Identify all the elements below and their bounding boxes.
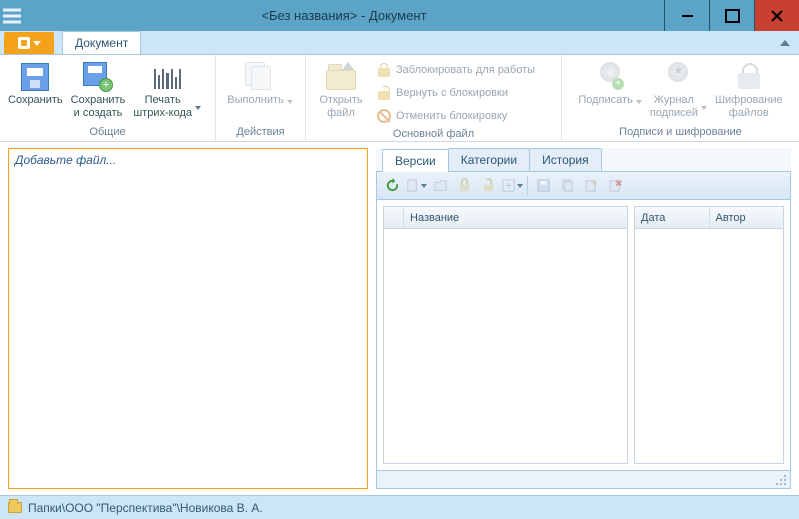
status-path: Папки\ООО "Перспектива"\Новикова В. А. bbox=[28, 501, 263, 515]
seal-plus-icon: + bbox=[594, 61, 626, 93]
save-button[interactable]: Сохранить bbox=[4, 57, 67, 107]
toolbar-copy-button[interactable] bbox=[556, 175, 578, 197]
system-menu-icon[interactable] bbox=[0, 0, 24, 31]
ribbon-tabstrip: Документ bbox=[0, 31, 799, 55]
versions-toolbar bbox=[376, 172, 791, 200]
padlock-icon bbox=[733, 61, 765, 93]
signature-journal-button[interactable]: Журнал подписей bbox=[646, 57, 711, 120]
column-date[interactable]: Дата bbox=[635, 207, 710, 228]
open-file-button[interactable]: Открыть файл bbox=[310, 57, 372, 120]
lock-icon bbox=[376, 62, 392, 78]
toolbar-lock-button[interactable] bbox=[453, 175, 475, 197]
toolbar-delete-button[interactable] bbox=[604, 175, 626, 197]
column-author[interactable]: Автор bbox=[710, 207, 784, 228]
tab-categories[interactable]: Категории bbox=[448, 148, 530, 171]
toolbar-separator bbox=[527, 176, 528, 196]
toolbar-save-button[interactable] bbox=[532, 175, 554, 197]
floppy-plus-icon: + bbox=[82, 61, 114, 93]
grid-body[interactable] bbox=[635, 229, 783, 463]
new-item-button[interactable] bbox=[405, 175, 427, 197]
window-title: <Без названия> - Документ bbox=[24, 0, 664, 31]
close-button[interactable] bbox=[754, 0, 799, 31]
status-bar: Папки\ООО "Перспектива"\Новикова В. А. bbox=[0, 495, 799, 519]
minimize-button[interactable] bbox=[664, 0, 709, 31]
unlock-icon bbox=[376, 85, 392, 101]
toolbar-export-button[interactable] bbox=[501, 175, 523, 197]
print-barcode-button[interactable]: Печать штрих-кода bbox=[129, 57, 205, 120]
ribbon-group-label: Основной файл bbox=[306, 127, 561, 142]
ribbon-group-label: Общие bbox=[0, 125, 215, 141]
execute-button[interactable]: Выполнить bbox=[220, 57, 300, 107]
versions-grid: Название Дата Автор bbox=[376, 200, 791, 471]
app-menu-button[interactable] bbox=[4, 32, 54, 54]
open-item-button[interactable] bbox=[429, 175, 451, 197]
toolbar-unlock-button[interactable] bbox=[477, 175, 499, 197]
toolbar-edit-button[interactable] bbox=[580, 175, 602, 197]
folder-icon bbox=[8, 502, 22, 513]
file-drop-area[interactable]: Добавьте файл... bbox=[8, 148, 368, 489]
title-bar: <Без названия> - Документ bbox=[0, 0, 799, 31]
file-drop-placeholder: Добавьте файл... bbox=[15, 153, 116, 167]
ribbon-collapse-icon[interactable] bbox=[779, 37, 791, 49]
floppy-icon bbox=[19, 61, 51, 93]
column-name[interactable]: Название bbox=[404, 207, 627, 228]
unlock-button[interactable]: Вернуть с блокировки bbox=[372, 82, 539, 104]
ribbon-group-label: Действия bbox=[216, 125, 305, 141]
tab-history[interactable]: История bbox=[529, 148, 602, 171]
refresh-button[interactable] bbox=[381, 175, 403, 197]
details-pane: Версии Категории История bbox=[376, 148, 791, 489]
pane-footer bbox=[376, 471, 791, 489]
lock-button[interactable]: Заблокировать для работы bbox=[372, 59, 539, 81]
ribbon-group-label: Подписи и шифрование bbox=[562, 125, 799, 141]
seal-star-icon bbox=[662, 61, 694, 93]
ribbon: Сохранить + Сохранить и создать Печать ш… bbox=[0, 55, 799, 142]
sign-button[interactable]: + Подписать bbox=[574, 57, 645, 107]
open-folder-icon bbox=[325, 61, 357, 93]
details-tabs: Версии Категории История bbox=[376, 148, 791, 172]
cancel-lock-button[interactable]: Отменить блокировку bbox=[372, 105, 539, 127]
resize-grip-icon[interactable] bbox=[776, 475, 788, 487]
encrypt-files-button[interactable]: Шифрование файлов bbox=[711, 57, 787, 120]
save-and-create-button[interactable]: + Сохранить и создать bbox=[67, 57, 130, 120]
barcode-icon bbox=[151, 61, 183, 93]
maximize-button[interactable] bbox=[709, 0, 754, 31]
sheets-icon bbox=[244, 61, 276, 93]
ribbon-tab-document[interactable]: Документ bbox=[62, 31, 141, 54]
tab-versions[interactable]: Версии bbox=[382, 149, 449, 172]
cancel-icon bbox=[376, 108, 392, 124]
grid-body[interactable] bbox=[384, 229, 627, 463]
